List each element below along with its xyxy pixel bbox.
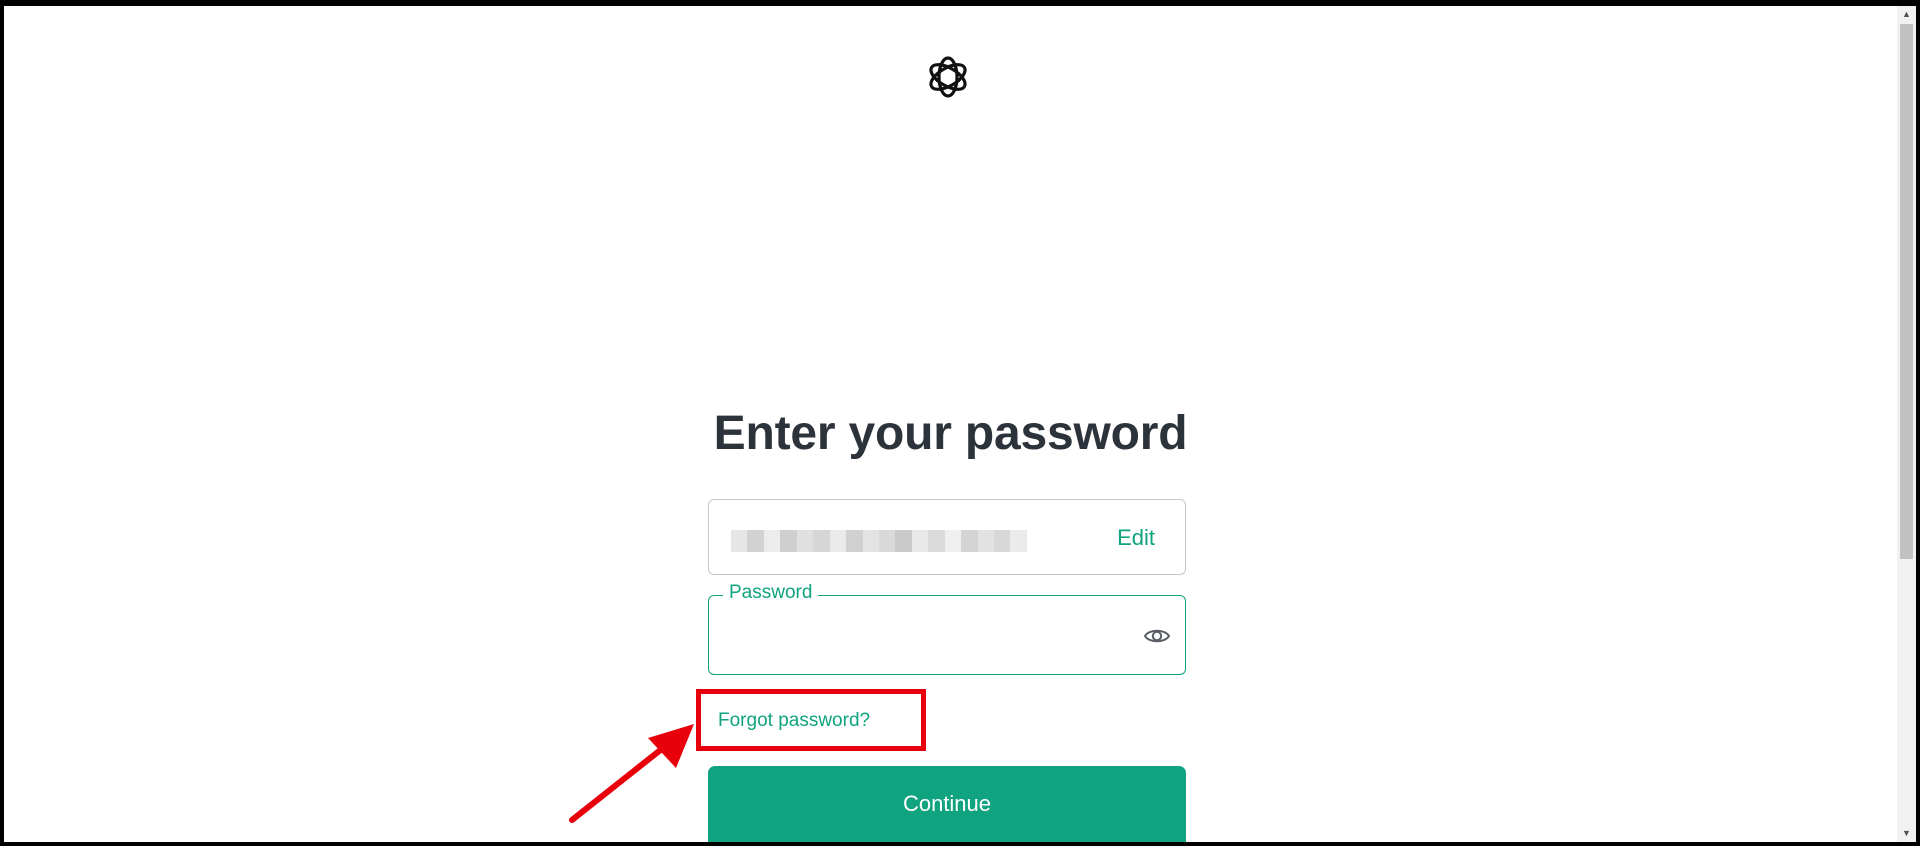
scroll-down-arrow-icon[interactable]: ▼ (1897, 825, 1916, 842)
password-label: Password (723, 581, 819, 605)
password-field[interactable]: Password (708, 581, 1186, 675)
vertical-scrollbar[interactable]: ▲ ▼ (1897, 6, 1916, 842)
blurred-email-value (731, 530, 1027, 552)
page-title: Enter your password (713, 407, 1188, 460)
browser-viewport: Enter your password Edit Password Forgot… (4, 6, 1916, 842)
email-field: Edit (708, 499, 1186, 575)
scrollbar-thumb[interactable] (1900, 24, 1913, 559)
continue-button[interactable]: Continue (708, 766, 1186, 842)
red-arrow-icon (569, 724, 694, 823)
annotation-highlight-box (696, 689, 926, 751)
eye-icon[interactable] (1142, 621, 1172, 651)
scroll-up-arrow-icon[interactable]: ▲ (1897, 6, 1916, 23)
password-input[interactable] (725, 616, 1109, 656)
openai-logo-icon (929, 56, 967, 98)
edit-email-link[interactable]: Edit (1117, 525, 1155, 551)
